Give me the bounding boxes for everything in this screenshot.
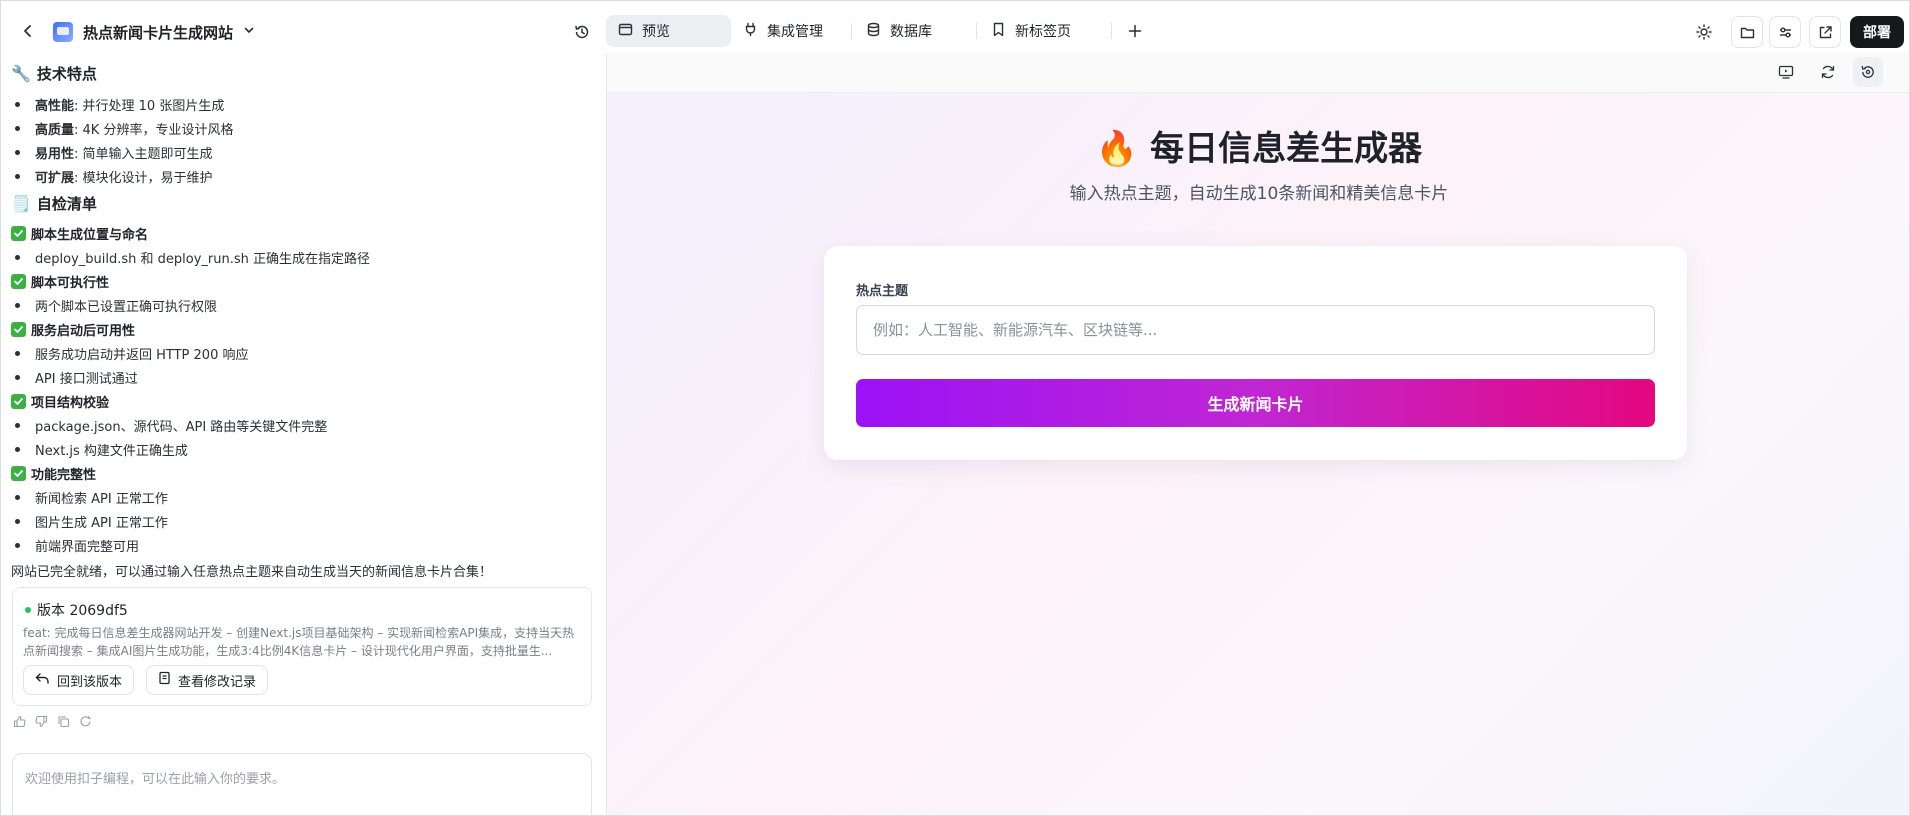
tech-heading: 🔧 技术特点 bbox=[11, 63, 97, 84]
tab-label: 数据库 bbox=[890, 24, 932, 40]
check-item: 功能完整性 bbox=[11, 464, 96, 483]
list-item: API 接口测试通过 bbox=[15, 368, 138, 387]
tab-label: 预览 bbox=[642, 24, 670, 40]
project-title: 热点新闻卡片生成网站 bbox=[83, 23, 234, 42]
tab-new-tab[interactable]: 新标签页 bbox=[979, 15, 1109, 47]
message-actions bbox=[13, 715, 92, 732]
chat-input-placeholder: 欢迎使用扣子编程，可以在此输入你的要求。 bbox=[25, 772, 286, 787]
topic-label: 热点主题 bbox=[856, 284, 909, 299]
page-title-text: 每日信息差生成器 bbox=[1150, 129, 1423, 169]
check-mark-icon bbox=[11, 322, 26, 337]
tab-separator bbox=[1111, 23, 1112, 39]
tab-preview[interactable]: 预览 bbox=[606, 15, 731, 47]
thumbs-up-icon[interactable] bbox=[13, 715, 26, 732]
project-selector[interactable]: 热点新闻卡片生成网站 bbox=[53, 19, 255, 45]
copy-icon[interactable] bbox=[57, 715, 70, 732]
heading-text: 技术特点 bbox=[36, 65, 97, 83]
database-icon bbox=[866, 22, 881, 41]
tab-bar: 预览 集成管理 数据库 新标签页 bbox=[606, 15, 1150, 47]
version-card: 版本 2069df5 feat: 完成每日信息差生成器网站开发 – 创建Next… bbox=[12, 587, 592, 706]
check-item: 脚本可执行性 bbox=[11, 272, 109, 291]
check-mark-icon bbox=[11, 394, 26, 409]
list-item: 新闻检索 API 正常工作 bbox=[15, 488, 168, 507]
tab-separator bbox=[976, 23, 977, 39]
refresh-icon[interactable] bbox=[1813, 57, 1843, 87]
tab-label: 集成管理 bbox=[767, 24, 823, 40]
project-logo-icon bbox=[53, 22, 73, 42]
check-item: 服务启动后可用性 bbox=[11, 320, 135, 339]
preview-toolbar bbox=[607, 53, 1909, 93]
check-mark-icon bbox=[11, 226, 26, 241]
list-item: deploy_build.sh 和 deploy_run.sh 正确生成在指定路… bbox=[15, 248, 370, 267]
generator-form: 热点主题 生成新闻卡片 bbox=[824, 246, 1687, 460]
fire-icon: 🔥 bbox=[1095, 129, 1139, 169]
page-subtitle: 输入热点主题，自动生成10条新闻和精美信息卡片 bbox=[1069, 184, 1449, 204]
list-item: 可扩展: 模块化设计，易于维护 bbox=[15, 167, 213, 186]
wrench-icon: 🔧 bbox=[11, 64, 31, 83]
tab-database[interactable]: 数据库 bbox=[854, 15, 974, 47]
notepad-icon: 🗒️ bbox=[11, 194, 31, 213]
list-item: package.json、源代码、API 路由等关键文件完整 bbox=[15, 416, 327, 435]
page-title: 🔥 每日信息差生成器 bbox=[607, 121, 1909, 170]
list-item: 图片生成 API 正常工作 bbox=[15, 512, 168, 531]
list-item: 易用性: 简单输入主题即可生成 bbox=[15, 143, 213, 162]
version-description: feat: 完成每日信息差生成器网站开发 – 创建Next.js项目基础架构 –… bbox=[23, 626, 575, 658]
tab-label: 新标签页 bbox=[1015, 24, 1071, 40]
document-icon bbox=[158, 671, 171, 689]
topic-input[interactable] bbox=[856, 305, 1655, 355]
bookmark-icon bbox=[991, 22, 1006, 41]
list-item: 两个脚本已设置正确可执行权限 bbox=[15, 296, 217, 315]
tab-separator bbox=[851, 23, 852, 39]
list-item: 服务成功启动并返回 HTTP 200 响应 bbox=[15, 344, 248, 363]
device-preview-icon[interactable] bbox=[1771, 57, 1801, 87]
check-mark-icon bbox=[11, 274, 26, 289]
preview-pane: 🔥 每日信息差生成器 输入热点主题，自动生成10条新闻和精美信息卡片 热点主题 … bbox=[607, 53, 1909, 815]
rollback-button[interactable]: 回到该版本 bbox=[23, 665, 135, 695]
thumbs-down-icon[interactable] bbox=[35, 715, 48, 732]
generate-cards-button[interactable]: 生成新闻卡片 bbox=[856, 379, 1655, 427]
summary-text: 网站已完全就绪，可以通过输入任意热点主题来自动生成当天的新闻信息卡片合集！ bbox=[11, 565, 493, 580]
view-changes-button[interactable]: 查看修改记录 bbox=[146, 665, 269, 695]
list-item: Next.js 构建文件正确生成 bbox=[15, 440, 188, 459]
checklist-heading: 🗒️ 自检清单 bbox=[11, 193, 97, 214]
check-mark-icon bbox=[11, 466, 26, 481]
chevron-down-icon bbox=[243, 24, 255, 40]
version-title: 版本 2069df5 bbox=[25, 600, 128, 620]
list-item: 高性能: 并行处理 10 张图片生成 bbox=[15, 95, 224, 114]
reset-icon[interactable] bbox=[1853, 57, 1883, 87]
tab-integrations[interactable]: 集成管理 bbox=[731, 15, 849, 47]
add-tab-icon[interactable] bbox=[1120, 16, 1150, 46]
folder-icon[interactable] bbox=[1731, 16, 1763, 48]
list-item: 前端界面完整可用 bbox=[15, 536, 139, 555]
back-icon[interactable] bbox=[15, 18, 41, 44]
chat-panel: 🔧 技术特点 高性能: 并行处理 10 张图片生成 高质量: 4K 分辨率，专业… bbox=[1, 61, 606, 815]
settings-sliders-icon[interactable] bbox=[1769, 16, 1801, 48]
deploy-button[interactable]: 部署 bbox=[1850, 16, 1904, 48]
top-bar: 热点新闻卡片生成网站 预览 集成管理 数据库 新标签页 部署 bbox=[1, 1, 1909, 61]
chat-input[interactable]: 欢迎使用扣子编程，可以在此输入你的要求。 bbox=[12, 753, 592, 815]
history-icon[interactable] bbox=[569, 19, 595, 45]
external-link-icon[interactable] bbox=[1809, 16, 1841, 48]
status-dot-icon bbox=[25, 607, 31, 613]
regenerate-icon[interactable] bbox=[79, 715, 92, 732]
check-item: 脚本生成位置与命名 bbox=[11, 224, 148, 243]
check-item: 项目结构校验 bbox=[11, 392, 109, 411]
plug-icon bbox=[743, 22, 758, 41]
app-window: 热点新闻卡片生成网站 预览 集成管理 数据库 新标签页 部署 🔧 技术特点 高性… bbox=[0, 0, 1910, 816]
list-item: 高质量: 4K 分辨率，专业设计风格 bbox=[15, 119, 233, 138]
undo-arrow-icon bbox=[35, 672, 50, 689]
heading-text: 自检清单 bbox=[36, 195, 97, 213]
browser-window-icon bbox=[618, 22, 633, 41]
theme-toggle-icon[interactable] bbox=[1689, 17, 1719, 47]
